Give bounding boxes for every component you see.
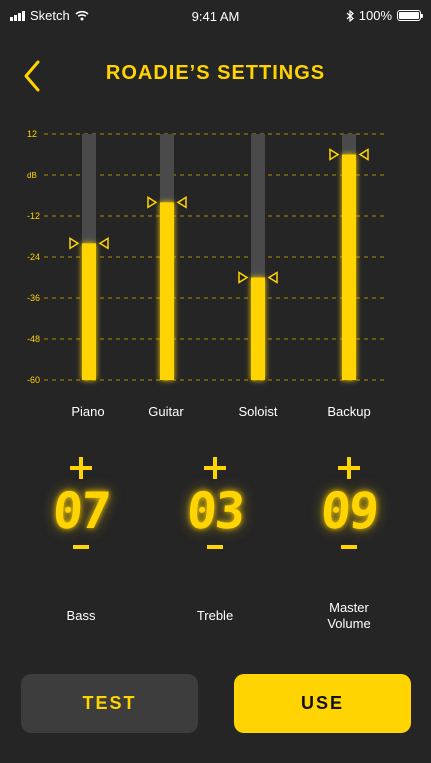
db-tick-label: -36 — [27, 293, 40, 303]
db-tick-label: -24 — [27, 252, 40, 262]
status-right: 100% — [346, 8, 423, 23]
fader-level-piano — [82, 243, 96, 380]
db-tick-label: 12 — [27, 129, 37, 139]
page-title: ROADIE’S SETTINGS — [105, 62, 326, 84]
treble-label: Treble — [196, 608, 234, 623]
master-volume-value: 09 — [318, 482, 380, 540]
bass-minus-button[interactable] — [72, 541, 90, 553]
header: ROADIE’S SETTINGS — [0, 52, 431, 96]
mixer-panel: 12 dB -12 -24 -36 -48 -60 — [0, 120, 431, 400]
channel-label-guitar: Guitar — [148, 404, 184, 419]
channel-label-piano: Piano — [71, 404, 105, 419]
battery-percent: 100% — [358, 8, 392, 23]
bass-label: Bass — [66, 608, 96, 623]
treble-control: 03 — [165, 455, 265, 553]
fader-level-soloist — [251, 277, 265, 380]
fader-level-backup — [342, 154, 356, 380]
mixer-chart: 12 dB -12 -24 -36 -48 -60 — [27, 129, 386, 385]
treble-minus-button[interactable] — [206, 541, 224, 553]
db-tick-label: -60 — [27, 375, 40, 385]
master-volume-plus-button[interactable] — [336, 455, 362, 481]
fader-level-guitar — [160, 202, 174, 380]
db-tick-label: -48 — [27, 334, 40, 344]
bass-value: 07 — [50, 482, 112, 540]
master-volume-minus-button[interactable] — [340, 541, 358, 553]
db-tick-label: dB — [27, 171, 37, 180]
channel-label-backup: Backup — [327, 404, 371, 419]
bluetooth-icon — [346, 9, 354, 22]
status-bar: Sketch 9:41 AM 100% — [0, 0, 431, 32]
use-button[interactable]: USE — [234, 674, 411, 733]
treble-plus-button[interactable] — [202, 455, 228, 481]
channel-labels: Piano Guitar Soloist Backup — [0, 404, 431, 424]
db-tick-label: -12 — [27, 211, 40, 221]
master-volume-label: Master Volume — [327, 600, 371, 631]
channel-label-soloist: Soloist — [238, 404, 278, 419]
bass-plus-button[interactable] — [68, 455, 94, 481]
battery-icon — [397, 10, 423, 21]
master-volume-control: 09 — [299, 455, 399, 553]
bass-control: 07 — [31, 455, 131, 553]
treble-value: 03 — [184, 482, 246, 540]
test-button[interactable]: TEST — [21, 674, 198, 733]
